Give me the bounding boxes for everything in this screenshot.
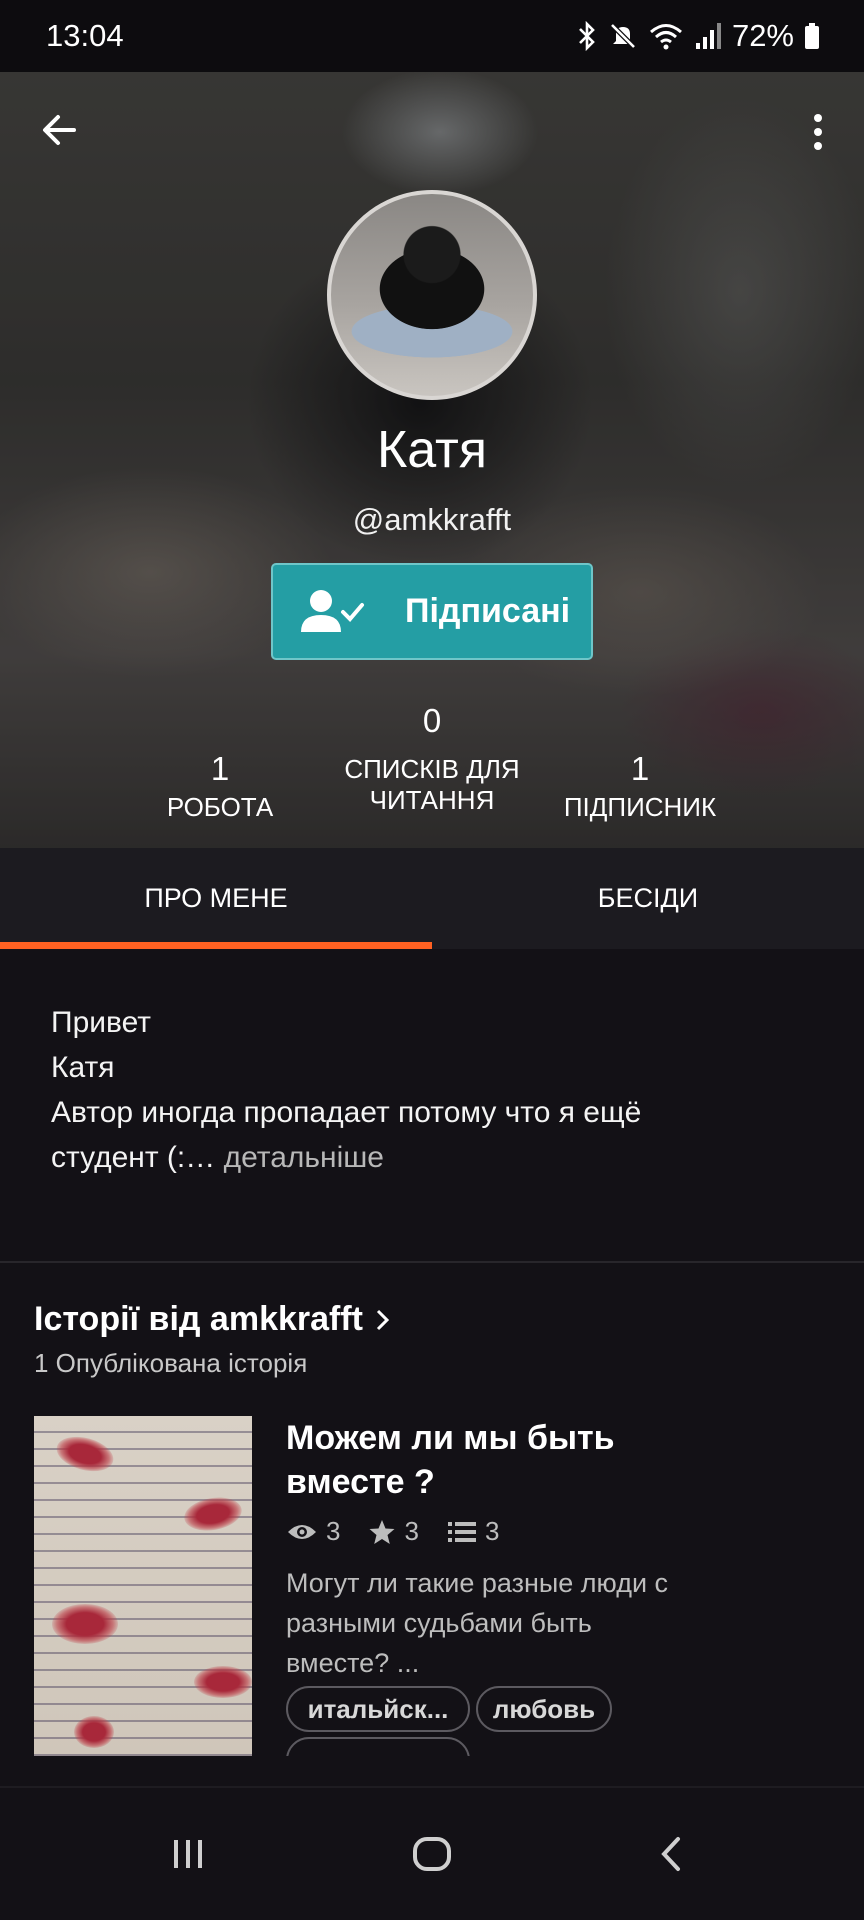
story-votes: 3 bbox=[368, 1516, 419, 1547]
stat-followers[interactable]: 1 ПІДПИСНИК bbox=[540, 750, 740, 823]
stat-works-label: РОБОТА bbox=[166, 792, 274, 822]
story-reads: 3 bbox=[286, 1516, 340, 1547]
more-vertical-icon bbox=[814, 114, 822, 150]
story-tag[interactable]: любовь bbox=[476, 1686, 612, 1732]
eye-icon bbox=[288, 1524, 316, 1539]
stat-works-value: 1 bbox=[210, 750, 230, 787]
story-tag[interactable]: итальйск... bbox=[286, 1686, 470, 1732]
read-more-link[interactable]: детальніше bbox=[224, 1141, 384, 1174]
story-stats: 3 3 3 bbox=[286, 1516, 527, 1547]
story-parts: 3 bbox=[447, 1516, 499, 1547]
recent-apps-icon bbox=[174, 1840, 202, 1868]
recent-apps-button[interactable] bbox=[156, 1822, 220, 1886]
following-button-label: Підписані bbox=[405, 592, 571, 630]
stat-works[interactable]: 1 РОБОТА bbox=[120, 750, 320, 823]
stat-reading-lists[interactable]: 0 СПИСКІВ ДЛЯ ЧИТАННЯ bbox=[322, 702, 542, 816]
system-navigation-bar bbox=[0, 1788, 864, 1920]
bluetooth-icon bbox=[579, 21, 595, 51]
tab-about[interactable]: ПРО МЕНЕ bbox=[0, 848, 432, 949]
stat-lists-value: 0 bbox=[422, 702, 442, 739]
avatar[interactable] bbox=[327, 190, 537, 400]
profile-name: Катя bbox=[376, 421, 488, 479]
tab-conversations[interactable]: БЕСІДИ bbox=[432, 848, 864, 949]
battery-icon bbox=[805, 23, 819, 49]
story-cover-image[interactable] bbox=[34, 1416, 252, 1756]
status-time: 13:04 bbox=[46, 18, 124, 53]
profile-tabs: ПРО МЕНЕ БЕСІДИ bbox=[0, 848, 864, 949]
arrow-left-icon bbox=[43, 115, 76, 145]
back-nav-button[interactable] bbox=[640, 1822, 704, 1886]
stat-followers-label: ПІДПИСНИК bbox=[563, 792, 717, 822]
user-check-icon bbox=[301, 589, 364, 632]
about-text: Привет Катя Автор иногда пропадает потом… bbox=[51, 1006, 642, 1174]
stat-followers-value: 1 bbox=[630, 750, 650, 787]
mute-icon bbox=[610, 23, 636, 49]
back-button[interactable] bbox=[38, 108, 82, 152]
more-options-button[interactable] bbox=[808, 110, 828, 154]
profile-handle: @amkkrafft bbox=[352, 502, 512, 537]
chevron-right-icon bbox=[376, 1309, 390, 1330]
stat-lists-label: СПИСКІВ ДЛЯ ЧИТАННЯ bbox=[344, 754, 520, 815]
list-icon bbox=[447, 1521, 476, 1542]
divider bbox=[0, 1261, 864, 1263]
chevron-left-icon bbox=[661, 1837, 680, 1871]
status-bar: 13:04 72% bbox=[0, 0, 864, 72]
star-icon bbox=[369, 1519, 395, 1544]
profile-stats: 1 РОБОТА 0 СПИСКІВ ДЛЯ ЧИТАННЯ 1 ПІДПИСН… bbox=[0, 702, 864, 822]
home-button[interactable] bbox=[400, 1822, 464, 1886]
signal-icon bbox=[695, 23, 721, 49]
wifi-icon bbox=[649, 24, 682, 50]
story-title[interactable]: Можем ли мы быть вместе ? bbox=[286, 1416, 686, 1504]
stories-section-title[interactable]: Історії від amkkrafft bbox=[34, 1300, 393, 1339]
following-button[interactable]: Підписані bbox=[271, 563, 593, 660]
story-description: Могут ли такие разные люди с разными суд… bbox=[286, 1568, 669, 1678]
profile-header: Катя @amkkrafft Підписані 1 РОБОТА 0 СПИ… bbox=[0, 72, 864, 848]
battery-percent: 72% bbox=[731, 18, 794, 53]
stories-count: 1 Опублікована історія bbox=[34, 1348, 308, 1378]
status-icons: 72% bbox=[576, 18, 820, 54]
home-icon bbox=[413, 1837, 451, 1871]
